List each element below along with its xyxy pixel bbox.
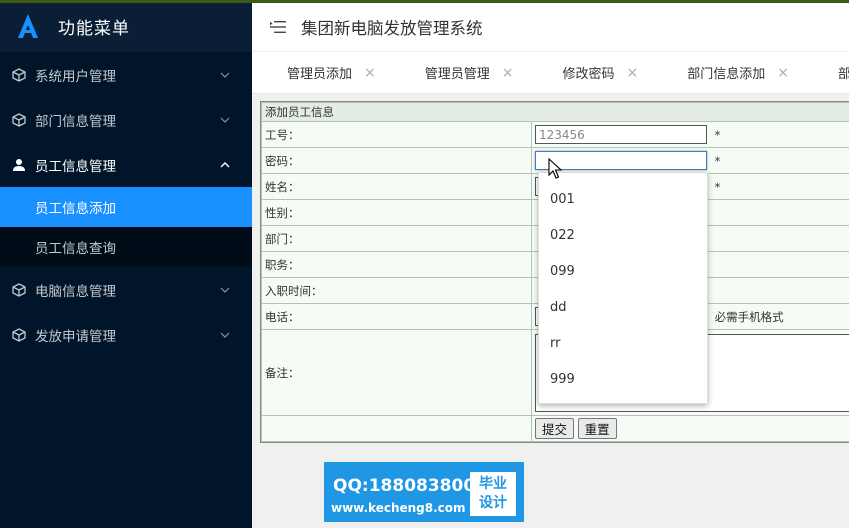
tab-label: 管理员添加 [287, 67, 353, 82]
autocomplete-option[interactable]: dd [539, 289, 707, 325]
sidebar-item-label: 部门信息管理 [35, 113, 116, 130]
user-icon [12, 158, 26, 172]
autocomplete-option[interactable]: rr [539, 325, 707, 361]
cube-icon [12, 67, 26, 82]
sidebar-subitem-employee-add[interactable]: 员工信息添加 [0, 187, 252, 227]
autocomplete-dropdown: 001 022 099 dd rr 999 [538, 172, 708, 404]
watermark-banner: QQ:188083800 www.kecheng8.com 毕业 设计 [324, 462, 524, 522]
field-label: 入职时间： [261, 277, 532, 304]
cube-icon [12, 327, 26, 342]
sidebar-item-departments[interactable]: 部门信息管理 [0, 97, 252, 142]
form-actions-row: 提交 重置 [261, 415, 849, 442]
chevron-down-icon [220, 72, 230, 78]
mouse-cursor-icon [548, 158, 562, 179]
tab-bar: 管理员添加 × 管理员管理 × 修改密码 × 部门信息添加 × 部门信息查询 × [252, 52, 849, 94]
menu-toggle-icon[interactable] [270, 20, 286, 34]
sidebar-title: 功能菜单 [58, 18, 130, 39]
watermark-badge-line2: 设计 [479, 495, 507, 511]
chevron-up-icon [220, 161, 230, 167]
autocomplete-option[interactable]: 999 [539, 361, 707, 397]
autocomplete-option[interactable]: 001 [539, 181, 707, 217]
field-label: 职务： [261, 251, 532, 278]
autocomplete-option[interactable]: 099 [539, 253, 707, 289]
field-label: 密码： [261, 147, 532, 174]
tab-department-query[interactable]: 部门信息查询 × [803, 52, 849, 93]
field-label: 部门： [261, 225, 532, 252]
chevron-down-icon [220, 332, 230, 338]
cube-icon [12, 282, 26, 297]
autocomplete-option[interactable]: 022 [539, 217, 707, 253]
required-mark: * [714, 153, 721, 168]
form-caption: 添加员工信息 [261, 102, 849, 122]
sidebar-item-label: 发放申请管理 [35, 328, 116, 345]
sidebar-item-system-users[interactable]: 系统用户管理 [0, 52, 252, 97]
close-icon[interactable]: × [627, 65, 639, 81]
field-label: 姓名： [261, 173, 532, 200]
tab-label: 修改密码 [562, 67, 615, 82]
sidebar: 功能菜单 系统用户管理 部门信息管理 员工信息管理 员工信息添加 员工信息查询 … [0, 0, 252, 528]
tab-admin-add[interactable]: 管理员添加 × [252, 52, 390, 93]
required-mark: * [714, 127, 721, 142]
form-row: 工号： * [261, 121, 849, 148]
chevron-down-icon [220, 117, 230, 123]
tab-admin-manage[interactable]: 管理员管理 × [390, 52, 528, 93]
sidebar-item-label: 电脑信息管理 [35, 283, 116, 300]
sidebar-item-applications[interactable]: 发放申请管理 [0, 312, 252, 357]
sidebar-item-label: 系统用户管理 [35, 68, 116, 85]
field-label: 性别： [261, 199, 532, 226]
field-label: 备注： [261, 329, 532, 416]
chevron-down-icon [220, 287, 230, 293]
field-label: 工号： [261, 121, 532, 148]
employee-id-input[interactable] [535, 125, 707, 144]
reset-button[interactable]: 重置 [577, 418, 617, 439]
logo-icon [18, 14, 38, 38]
top-accent-line [0, 0, 849, 3]
close-icon[interactable]: × [502, 65, 514, 81]
watermark-badge: 毕业 设计 [470, 472, 516, 516]
sidebar-item-label: 员工信息管理 [35, 158, 116, 175]
watermark-qq: QQ:188083800 [333, 476, 476, 496]
tab-change-password[interactable]: 修改密码 × [528, 52, 653, 93]
tab-department-add[interactable]: 部门信息添加 × [652, 52, 803, 93]
sidebar-subitem-employee-query[interactable]: 员工信息查询 [0, 227, 252, 267]
watermark-badge-line1: 毕业 [479, 476, 507, 492]
tab-label: 管理员管理 [424, 67, 490, 82]
close-icon[interactable]: × [364, 65, 376, 81]
sidebar-brand: 功能菜单 [0, 0, 252, 52]
header: 集团新电脑发放管理系统 [252, 3, 849, 52]
watermark-site: www.kecheng8.com [331, 501, 466, 515]
field-label: 电话： [261, 303, 532, 330]
close-icon[interactable]: × [777, 65, 789, 81]
cube-icon [12, 112, 26, 127]
page-title: 集团新电脑发放管理系统 [301, 19, 483, 38]
phone-format-hint: 必需手机格式 [714, 309, 784, 324]
form-caption-row: 添加员工信息 [261, 102, 849, 122]
sidebar-item-computers[interactable]: 电脑信息管理 [0, 267, 252, 312]
required-mark: * [714, 179, 721, 194]
submit-button[interactable]: 提交 [535, 418, 575, 439]
sidebar-item-employees[interactable]: 员工信息管理 [0, 142, 252, 187]
tab-label: 部门信息添加 [687, 67, 766, 82]
tab-label: 部门信息查询 [838, 63, 849, 82]
